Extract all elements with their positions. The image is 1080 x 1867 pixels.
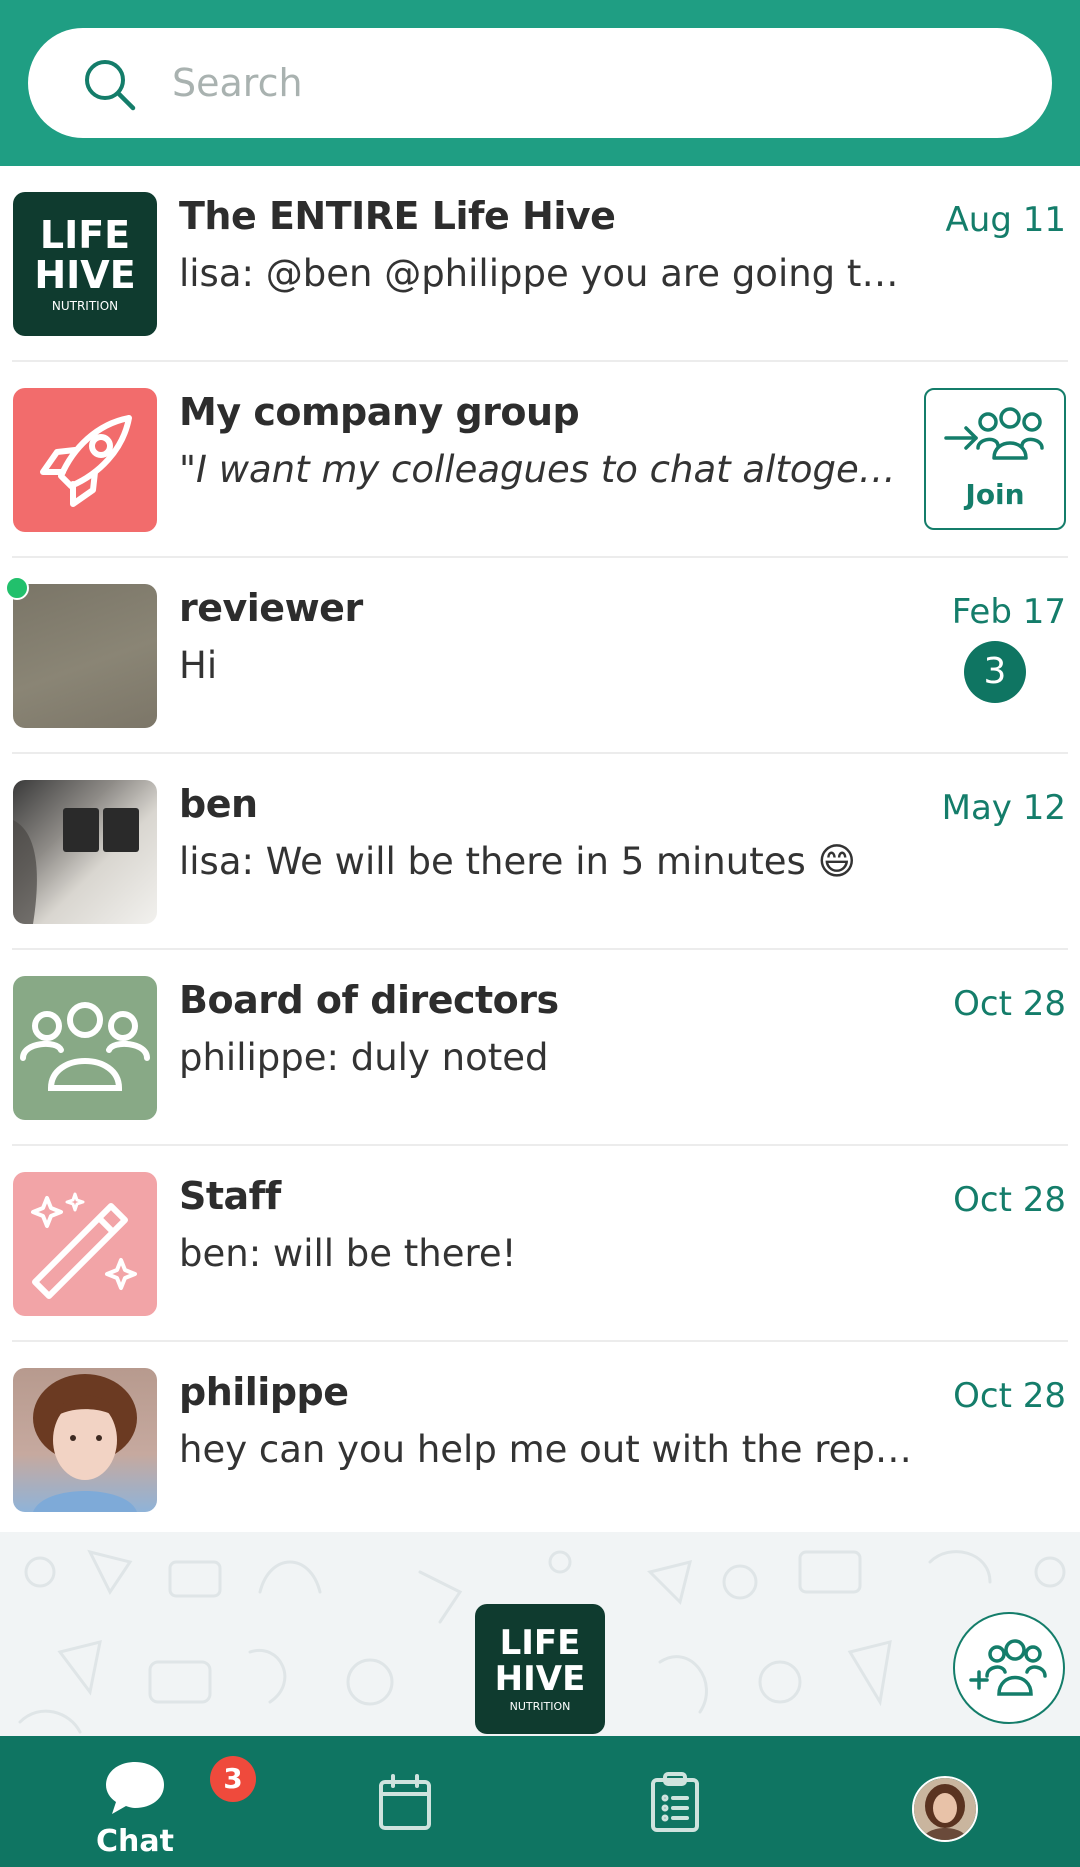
chat-row-my-company-group[interactable]: My company group "I want my colleagues t… <box>0 362 1080 558</box>
chat-date: Oct 28 <box>953 1180 1066 1220</box>
join-button[interactable]: Join <box>924 388 1066 530</box>
calendar-icon <box>379 1774 431 1830</box>
search-input[interactable] <box>172 50 1012 116</box>
chat-name: ben <box>179 782 258 826</box>
new-group-button[interactable] <box>953 1612 1065 1724</box>
logo-line3: NUTRITION <box>510 1700 571 1713</box>
chat-name: reviewer <box>179 586 363 630</box>
online-indicator <box>5 576 29 600</box>
unread-badge: 3 <box>964 641 1026 703</box>
chat-preview: ben: will be there! <box>179 1232 517 1275</box>
logo-line1: LIFE <box>500 1623 581 1663</box>
group-icon <box>13 976 157 1120</box>
chat-preview: hey can you help me out with the report? <box>179 1428 919 1471</box>
chat-name: The ENTIRE Life Hive <box>179 194 616 238</box>
chat-preview: lisa: @ben @philippe you are going to li… <box>179 252 919 295</box>
magic-wand-icon <box>13 1172 157 1316</box>
logo-line2: HIVE <box>34 253 135 297</box>
chat-date: Aug 11 <box>945 200 1066 240</box>
chat-row-staff[interactable]: Staff ben: will be there! Oct 28 <box>0 1146 1080 1342</box>
avatar-reviewer <box>13 584 157 728</box>
chat-preview: lisa: We will be there in 5 minutes 😄 <box>179 840 857 883</box>
header <box>0 0 1080 166</box>
chat-preview: Hi <box>179 644 218 687</box>
chat-list: LIFE HIVE NUTRITION The ENTIRE Life Hive… <box>0 166 1080 1532</box>
chat-row-board-of-directors[interactable]: Board of directors philippe: duly noted … <box>0 950 1080 1146</box>
join-group-icon <box>944 407 1044 460</box>
nav-tasks[interactable] <box>620 1736 730 1867</box>
chat-date: Oct 28 <box>953 984 1066 1024</box>
chat-row-ben[interactable]: ben lisa: We will be there in 5 minutes … <box>0 754 1080 950</box>
chat-row-entire-life-hive[interactable]: LIFE HIVE NUTRITION The ENTIRE Life Hive… <box>0 166 1080 362</box>
nav-calendar[interactable] <box>350 1736 460 1867</box>
add-group-icon <box>969 1639 1047 1696</box>
logo-line1: LIFE <box>40 213 130 257</box>
logo-line2: HIVE <box>495 1659 586 1699</box>
chat-preview: "I want my colleagues to chat altogeth..… <box>179 448 909 491</box>
chat-name: Staff <box>179 1174 281 1218</box>
nav-chat-label: Chat <box>96 1824 174 1859</box>
chat-preview: philippe: duly noted <box>179 1036 549 1079</box>
join-label: Join <box>965 478 1025 511</box>
chat-name: philippe <box>179 1370 349 1414</box>
chat-row-philippe[interactable]: philippe hey can you help me out with th… <box>0 1342 1080 1538</box>
chat-notification-badge: 3 <box>210 1756 256 1802</box>
avatar-ben <box>13 780 157 924</box>
life-hive-logo: LIFE HIVE NUTRITION <box>13 192 157 336</box>
logo-line3: NUTRITION <box>52 299 118 313</box>
chat-name: My company group <box>179 390 580 434</box>
chat-date: May 12 <box>941 788 1066 828</box>
profile-avatar[interactable] <box>912 1776 978 1842</box>
chat-row-reviewer[interactable]: reviewer Hi Feb 17 <box>0 558 1080 754</box>
rocket-icon <box>13 388 157 532</box>
search-icon <box>85 60 136 111</box>
chat-name: Board of directors <box>179 978 559 1022</box>
search-bar[interactable] <box>28 28 1052 138</box>
chat-icon <box>106 1762 164 1814</box>
avatar-philippe <box>13 1368 157 1512</box>
chat-date: Feb 17 <box>951 592 1066 632</box>
chat-date: Oct 28 <box>953 1376 1066 1416</box>
clipboard-icon <box>651 1772 699 1832</box>
life-hive-logo-button[interactable]: LIFE HIVE NUTRITION <box>475 1604 605 1734</box>
